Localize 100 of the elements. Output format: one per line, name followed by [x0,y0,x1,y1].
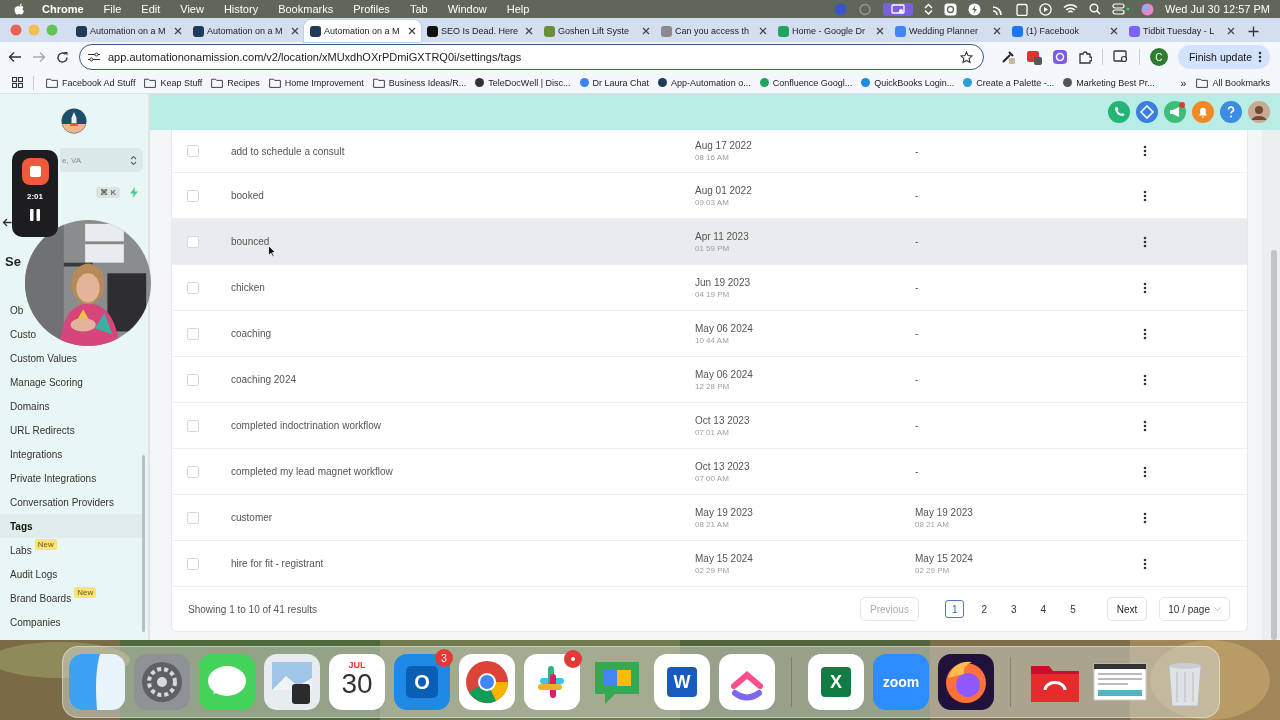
more-bookmarks-button[interactable]: » [1180,76,1187,89]
table-cell-text: 08 21 AM [915,519,950,529]
browser-tab[interactable]: Automation on a M [70,20,187,42]
new-badge: New [74,586,97,598]
table-row[interactable]: completed my lead magnet workflow Oct 13 2023 07 00 AM - [172,449,1247,495]
page-button[interactable]: 3 [1004,600,1024,618]
sidebar-item[interactable]: Companies [10,610,61,634]
table-cell-text: 10 44 AM [695,335,730,345]
menu-item[interactable]: Tab [409,3,428,15]
table-cell-text: 08 21 AM [695,519,730,529]
browser-tab[interactable]: Tidbit Tuesday - L [1123,20,1240,42]
table-cell-text: completed my lead magnet workflow [231,466,394,477]
document-app-icon[interactable]: W [654,654,710,710]
table-row[interactable]: hire for fit - registrant May 15 2024 02 29 PM May 15 2024 02 29 PM [172,541,1247,587]
browser-tab[interactable]: Home - Google Dr [772,20,889,42]
bookmark[interactable]: Marketing Best Pr... [1063,77,1155,88]
shortcut-badge: ⌘ K [96,186,120,198]
page-button[interactable]: 2 [974,600,995,618]
table-cell-text: 07 01 AM [695,427,730,437]
menu-item[interactable]: Help [506,3,530,15]
table-row[interactable]: coaching May 06 2024 10 44 AM - [172,311,1247,357]
sidebar-item[interactable]: Manage Scoring [10,370,83,394]
sidebar-item[interactable]: Brand Boards New [10,586,97,610]
address-bar[interactable]: app.automationonamission.com/v2/location/xMUxdhOXrPDmiGXTRQ0i/settings/tags [79,44,984,70]
sidebar-item[interactable]: Tags [0,514,142,538]
bookmark[interactable]: Home Improvement [268,77,364,88]
table-cell-text: May 06 2024 [695,368,754,380]
table-row[interactable]: bounced Apr 11 2023 01 59 PM - [172,219,1247,265]
menu-item[interactable]: File [103,3,122,15]
table-cell-text: 12 28 PM [695,381,731,391]
table-cell-text: 09 03 AM [695,197,730,207]
browser-tab[interactable]: Goshen Lift Syste [538,20,655,42]
browser-tab[interactable]: Wedding Planner [889,20,1006,42]
bookmark[interactable]: QuickBooks Login... [861,77,955,88]
menu-item[interactable]: Profiles [353,3,390,15]
table-cell-text: Oct 13 2023 [695,460,751,472]
bookmark[interactable]: Recipes [211,77,260,88]
calendar-icon[interactable]: JUL 30 [329,654,385,710]
page-button[interactable]: 4 [1033,600,1054,618]
bookmark[interactable]: TeleDocWell | Disc... [475,77,571,88]
menu-item[interactable]: Window [447,3,487,15]
sidebar-item[interactable]: Custo [10,322,37,346]
bookmark[interactable]: Dr Laura Chat [579,77,650,88]
page-button[interactable]: 5 [1063,600,1083,618]
table-cell-text: 02 29 PM [915,565,951,575]
sidebar-item[interactable]: Labs New [10,538,57,562]
browser-tab[interactable]: SEO Is Dead. Here [421,20,538,42]
bookmark[interactable]: Confluence Googl... [759,77,853,88]
table-cell-text: 04 19 PM [695,289,731,299]
spreadsheet-app-icon[interactable]: X [808,654,864,710]
menu-item[interactable]: View [180,3,204,15]
table-row[interactable]: customer May 19 2023 08 21 AM May 19 2023 08 21 AM [172,495,1247,541]
bookmark[interactable]: Create a Palette -... [963,77,1055,88]
menu-item[interactable]: Bookmarks [278,3,334,15]
browser-tab[interactable]: Can you access th [655,20,772,42]
table-cell-text: - [915,145,920,157]
sidebar-item[interactable]: Audit Logs [10,562,58,586]
table-cell-text: - [915,190,920,201]
menu-item[interactable]: Edit [141,3,161,15]
table-cell-text: 02 29 PM [695,565,731,575]
sidebar-item[interactable]: Private Integrations [10,466,97,490]
table-cell-text: bounced [231,236,271,247]
sidebar-item[interactable]: Integrations [10,442,63,466]
page-button[interactable]: 1 [944,600,965,618]
table-cell-text: May 15 2024 [695,552,754,564]
sidebar-item[interactable]: Custom Values [10,346,78,370]
table-cell-text: hire for fit - registrant [231,558,325,569]
bookmark[interactable]: App-Automation o... [658,77,751,88]
browser-tab[interactable]: Automation on a M [304,20,421,42]
table-cell-text: - [915,282,920,293]
profile-avatar[interactable]: C [1149,48,1168,66]
table-row[interactable]: completed indoctrination workflow Oct 13 2023 07 01 AM - [172,403,1247,449]
browser-tab[interactable]: Automation on a M [187,20,304,42]
table-cell-text: - [915,328,920,339]
next-button[interactable]: Next [1106,597,1148,621]
table-row[interactable]: chicken Jun 19 2023 04 19 PM - [172,265,1247,311]
sidebar-item[interactable]: URL Redirects [10,418,75,442]
menu-item[interactable]: History [223,3,259,15]
all-bookmarks-button[interactable]: All Bookmarks [1196,77,1270,88]
table-cell-text: May 15 2024 [915,552,974,564]
page-size-select[interactable]: 10 / page [1159,597,1230,621]
bookmark[interactable]: Business Ideas/R... [372,77,467,88]
table-cell-text: - [915,236,920,247]
sidebar-item[interactable]: Ob [10,298,24,322]
table-row[interactable]: coaching 2024 May 06 2024 12 28 PM - [172,357,1247,403]
table-cell-text: add to schedule a consult [231,145,346,157]
table-row[interactable]: add to schedule a consult Aug 17 2022 08 16 AM - [172,130,1247,173]
sidebar-item[interactable]: Domains [10,394,50,418]
sidebar-heading: Se [4,252,22,271]
table-cell-text: coaching 2024 [231,374,298,385]
table-cell-text: coaching [231,328,273,339]
recording-timer: 2:01 [27,192,43,201]
table-cell-text: Aug 17 2022 [695,140,753,151]
app-menu[interactable]: Chrome [42,3,84,15]
browser-tab[interactable]: (1) Facebook [1006,20,1123,42]
finish-update-button[interactable]: Finish update [1177,45,1270,69]
bookmark[interactable]: Keap Stuff [144,77,203,88]
table-cell-text: Jun 19 2023 [695,276,752,288]
bookmark[interactable]: Facebook Ad Stuff [46,77,136,88]
sidebar-item[interactable]: Conversation Providers [10,490,114,514]
